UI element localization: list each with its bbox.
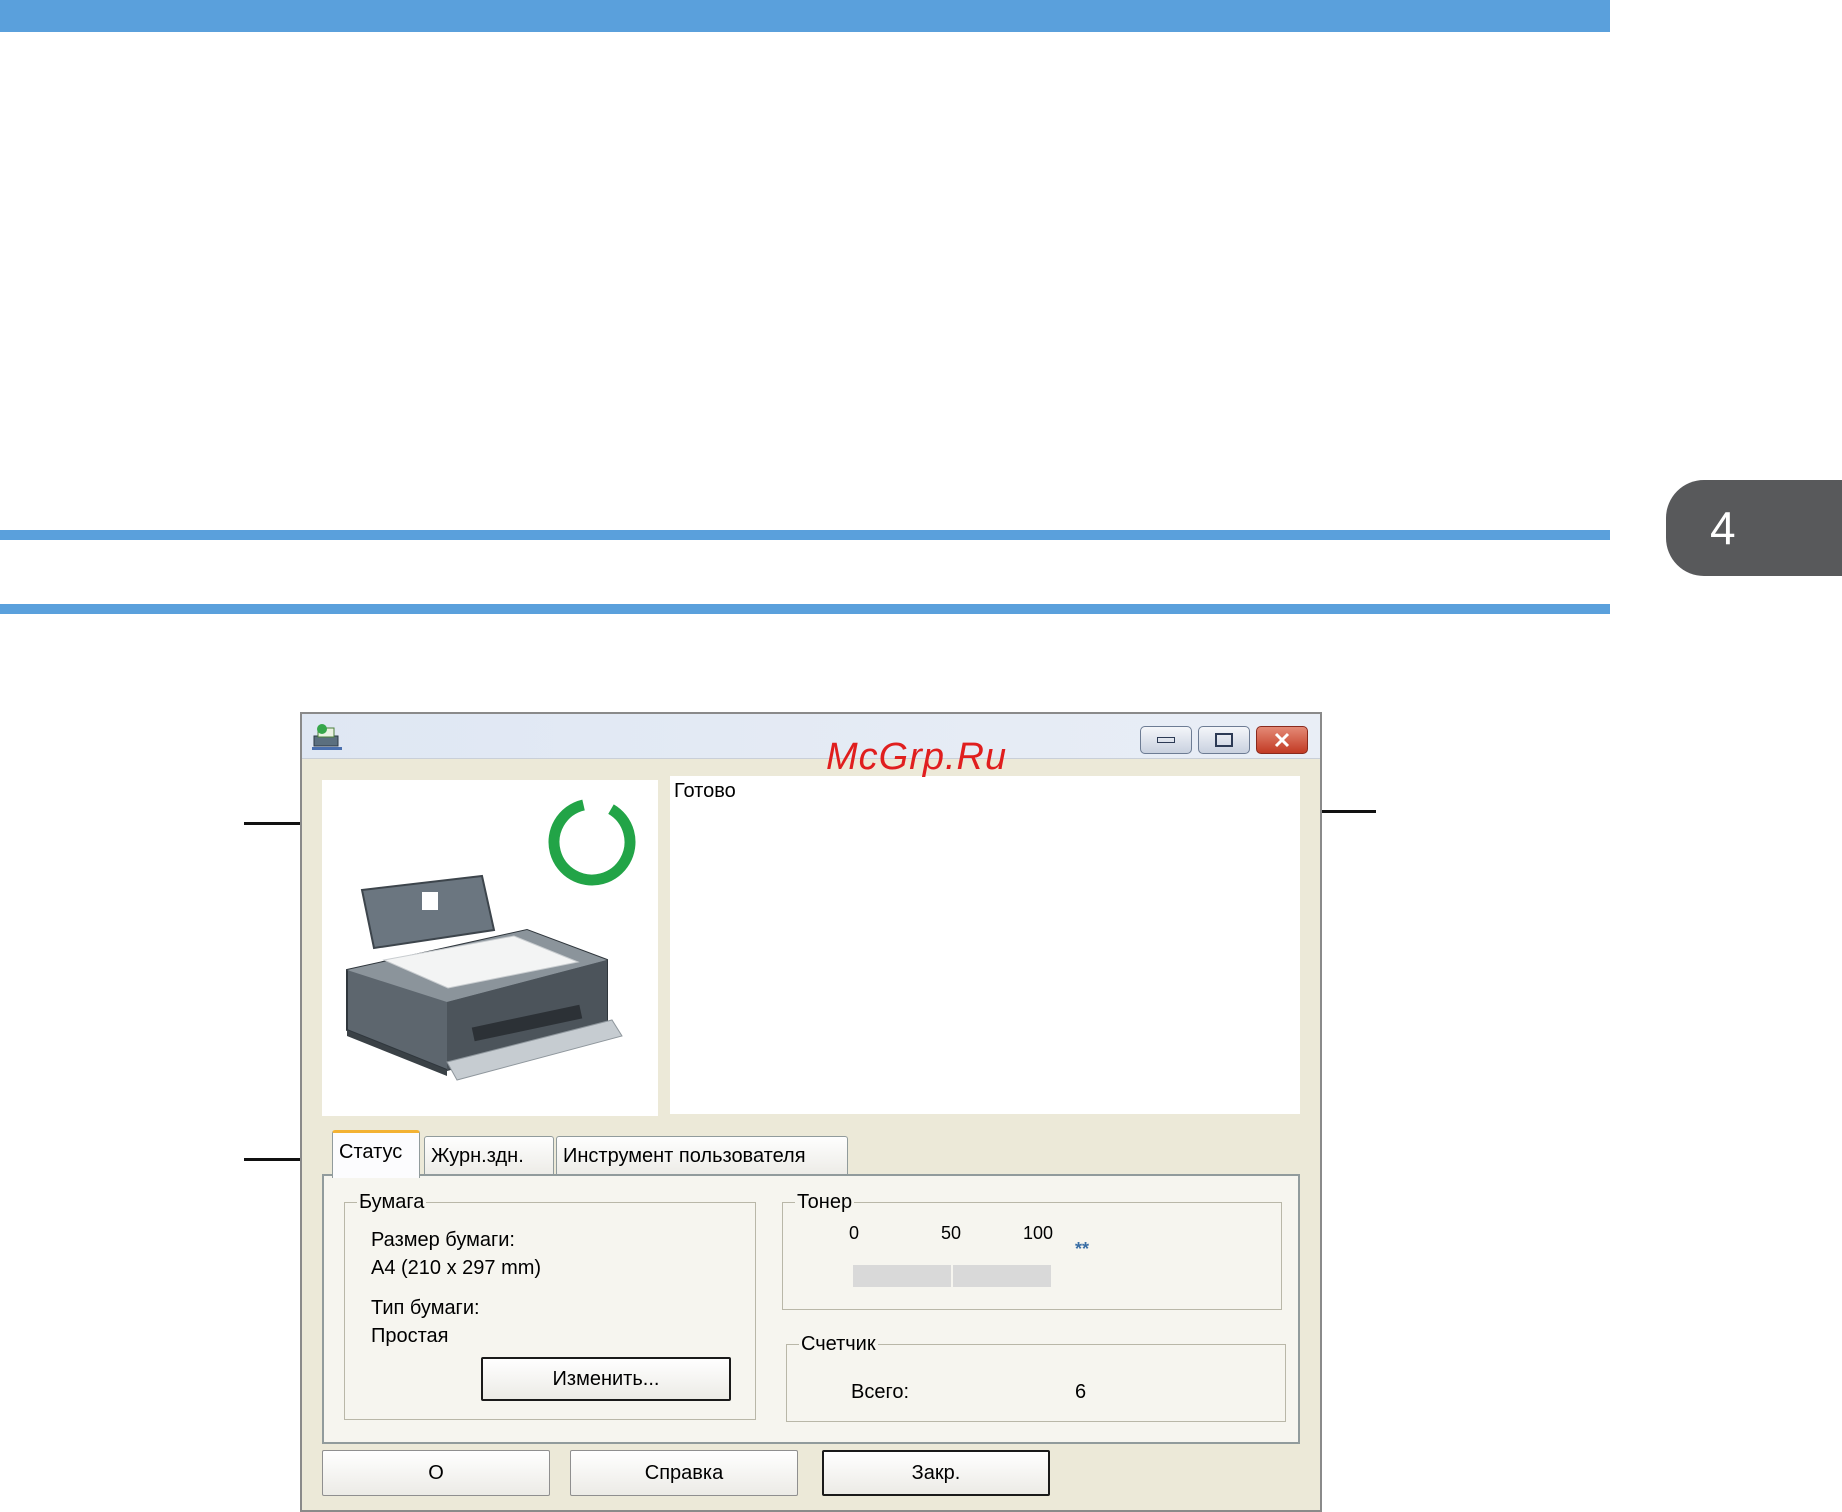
paper-type-label: Тип бумаги:	[371, 1297, 480, 1319]
ready-indicator-icon	[548, 798, 636, 886]
status-tab-panel: Бумага Размер бумаги: A4 (210 x 297 mm) …	[322, 1174, 1300, 1444]
toner-level-bar	[853, 1265, 1051, 1287]
toner-group-title: Тонер	[795, 1189, 855, 1215]
printer-illustration	[346, 798, 636, 1081]
header-rule	[0, 0, 1610, 32]
paper-size-value: A4 (210 x 297 mm)	[371, 1257, 542, 1279]
title-bar[interactable]	[302, 714, 1320, 759]
close-button[interactable]: Закр.	[822, 1450, 1050, 1496]
counter-total-label: Всего:	[851, 1381, 909, 1403]
toner-scale-0: 0	[849, 1223, 860, 1243]
status-message: Готово	[674, 780, 736, 802]
about-button[interactable]: О	[322, 1450, 550, 1496]
toner-scale-50: 50	[941, 1223, 962, 1243]
printer-app-icon	[312, 724, 342, 750]
section-rule-bottom	[0, 604, 1610, 614]
maximize-icon	[1215, 733, 1233, 747]
section-rule-top	[0, 530, 1610, 540]
tab-status[interactable]: Статус	[332, 1130, 420, 1178]
close-icon	[1274, 732, 1290, 748]
status-message-pane: Готово	[670, 776, 1300, 1114]
paper-type-value: Простая	[371, 1325, 449, 1347]
tab-job-log[interactable]: Журн.здн.	[424, 1136, 554, 1176]
watermark: McGrp.Ru	[826, 736, 1008, 778]
paper-size-label: Размер бумаги:	[371, 1229, 515, 1251]
paper-group: Бумага Размер бумаги: A4 (210 x 297 mm) …	[344, 1189, 756, 1420]
counter-group-title: Счетчик	[799, 1331, 878, 1357]
change-paper-button[interactable]: Изменить...	[481, 1357, 731, 1401]
status-monitor-window: Готово Статус Журн.здн. Инструмент польз…	[300, 712, 1322, 1512]
close-window-button[interactable]	[1256, 726, 1308, 754]
toner-group: Тонер 0 50 100 **	[782, 1189, 1282, 1310]
maximize-button[interactable]	[1198, 726, 1250, 754]
paper-group-title: Бумага	[357, 1189, 427, 1215]
help-button[interactable]: Справка	[570, 1450, 798, 1496]
toner-scale-100: 100	[1023, 1223, 1054, 1243]
tab-user-tools[interactable]: Инструмент пользователя	[556, 1136, 848, 1176]
chapter-tab: 4	[1666, 480, 1842, 576]
toner-level-text: **	[1075, 1239, 1090, 1259]
minimize-icon	[1157, 737, 1175, 743]
minimize-button[interactable]	[1140, 726, 1192, 754]
counter-group: Счетчик Всего: 6	[786, 1331, 1286, 1422]
counter-total-value: 6	[1075, 1381, 1087, 1403]
printer-image-pane	[322, 780, 658, 1116]
